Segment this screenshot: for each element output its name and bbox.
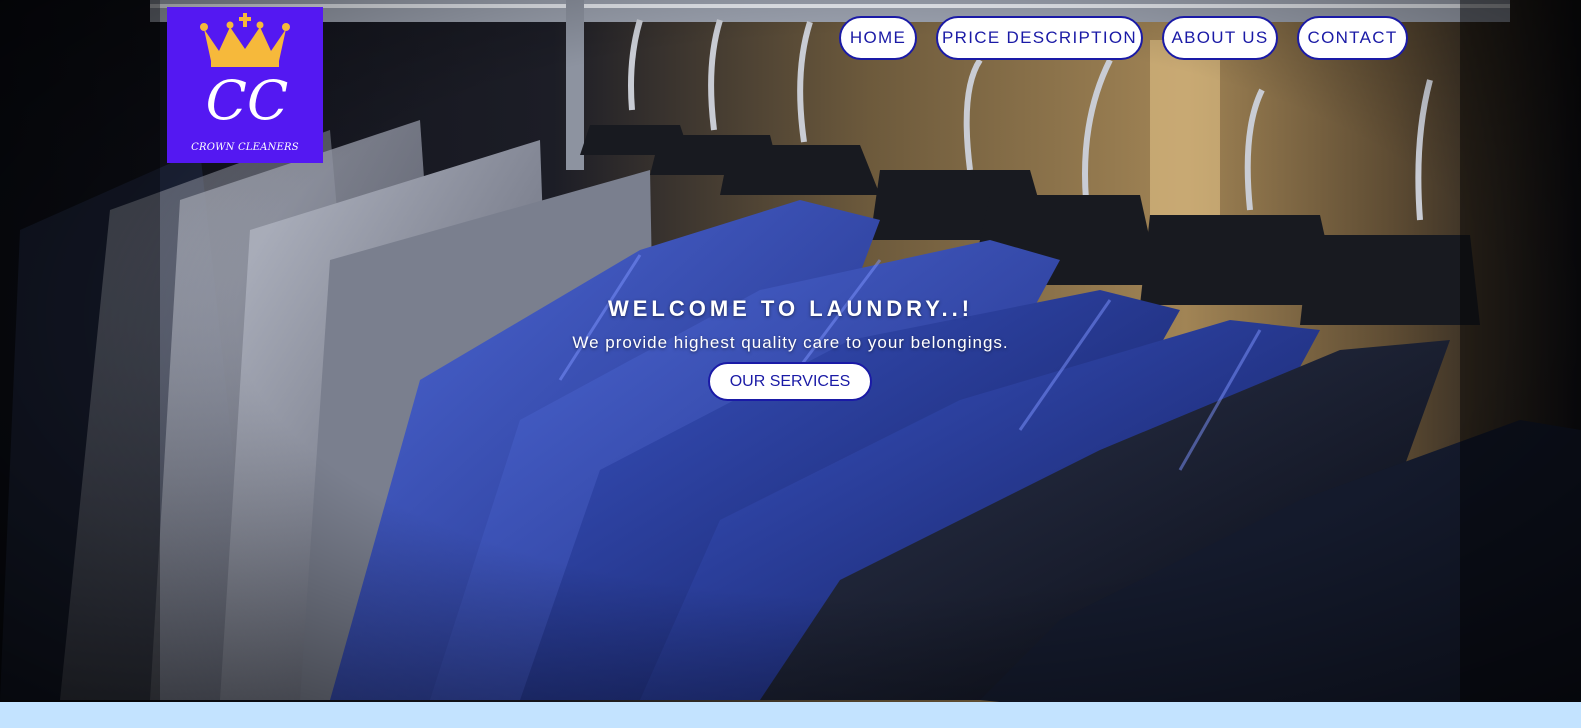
hero-section: CC CROWN CLEANERS HOME PRICE DESCRIPTION… <box>0 0 1581 702</box>
our-services-button[interactable]: OUR SERVICES <box>708 362 872 401</box>
page-bottom-band <box>0 702 1581 728</box>
hero-heading: WELCOME TO LAUNDRY..! <box>607 296 974 321</box>
hero-tagline: We provide highest quality care to your … <box>572 333 1009 352</box>
crown-icon: CC <box>200 13 290 132</box>
brand-logo[interactable]: CC CROWN CLEANERS <box>167 7 323 163</box>
nav-contact[interactable]: CONTACT <box>1297 16 1408 60</box>
logo-monogram: CC <box>206 69 289 132</box>
nav-about-us[interactable]: ABOUT US <box>1162 16 1278 60</box>
nav-price-description[interactable]: PRICE DESCRIPTION <box>936 16 1143 60</box>
logo-brand-name: CROWN CLEANERS <box>191 142 299 153</box>
nav-home[interactable]: HOME <box>839 16 917 60</box>
